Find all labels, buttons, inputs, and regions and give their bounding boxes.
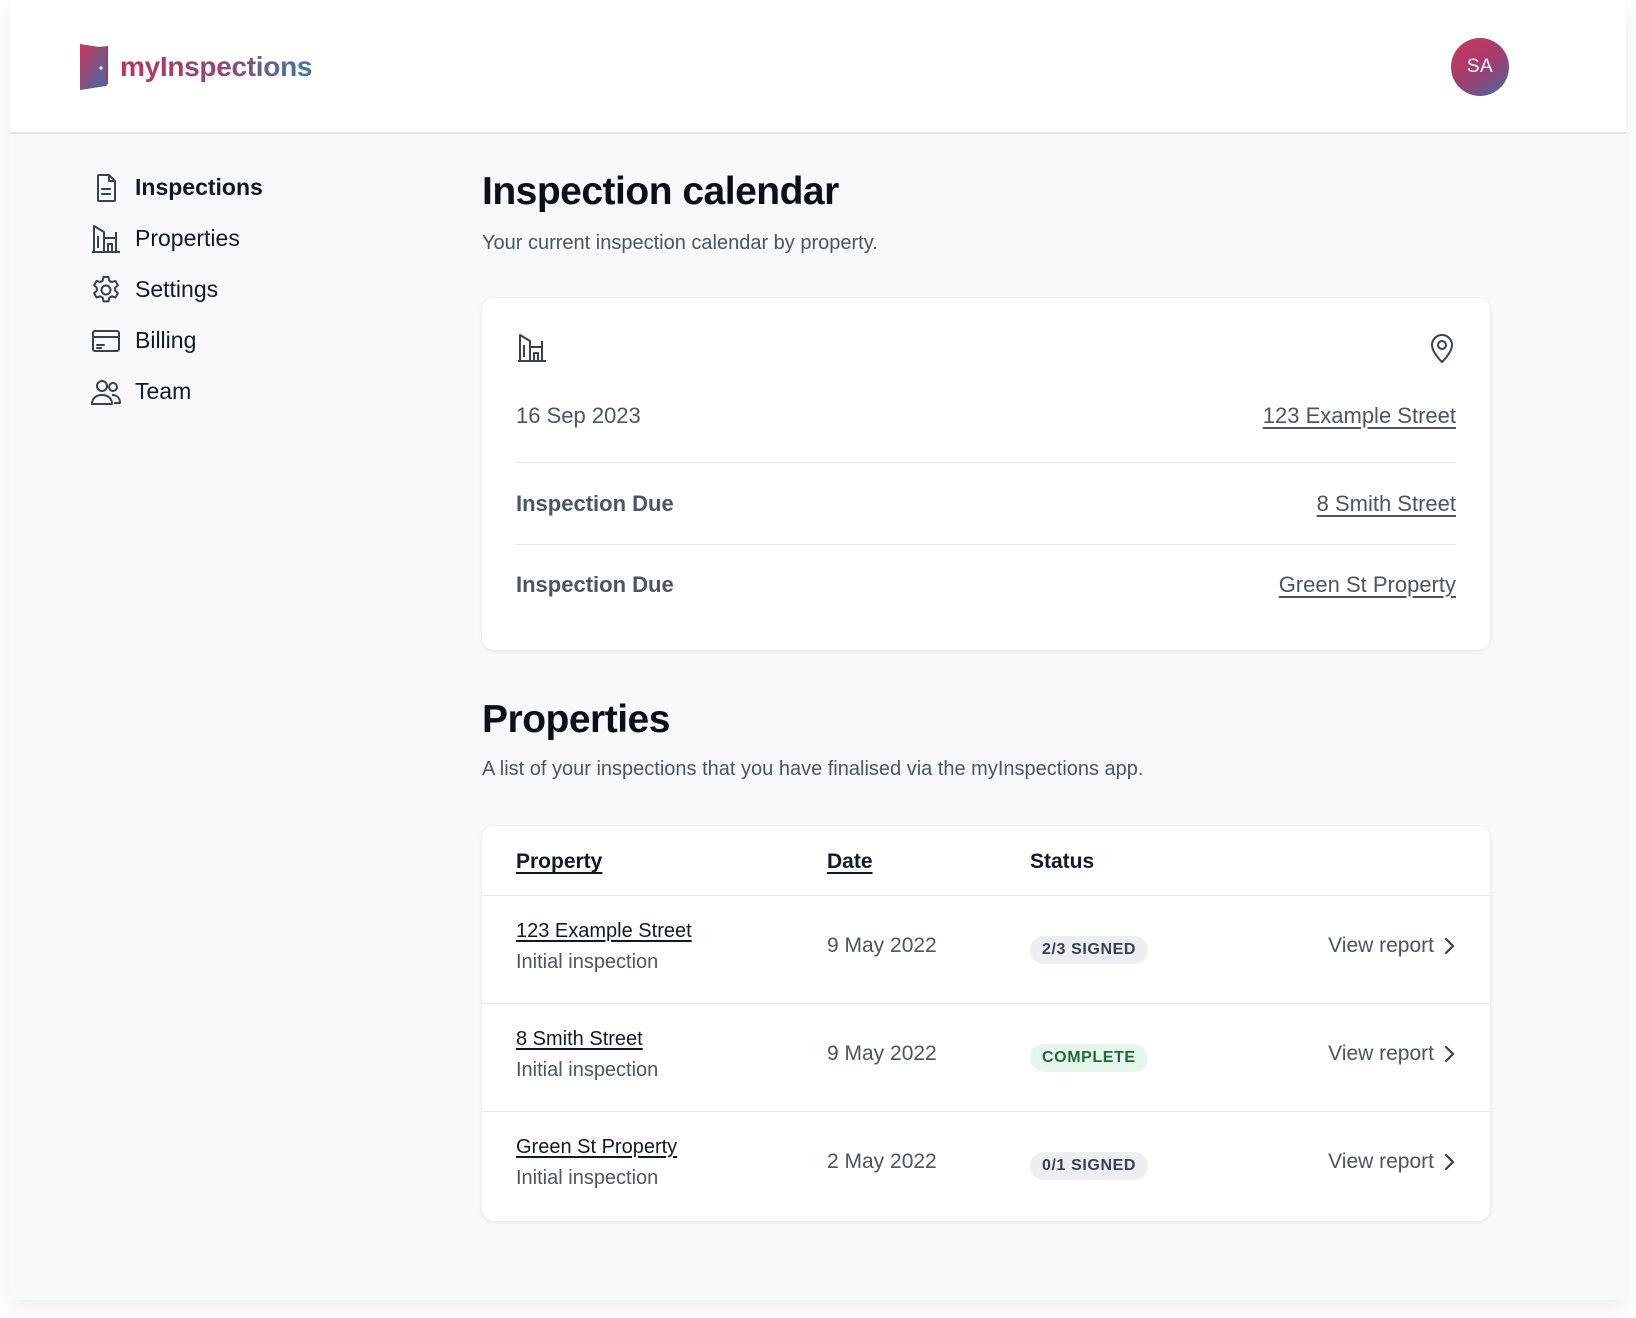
inspection-date: 9 May 2022 <box>827 1042 937 1065</box>
calendar-row: 16 Sep 2023 123 Example Street <box>516 396 1456 436</box>
calendar-property-link[interactable]: 123 Example Street <box>1263 403 1456 429</box>
main-content: Inspection calendar Your current inspect… <box>482 168 1492 1221</box>
sidebar-item-settings[interactable]: Settings <box>90 264 450 315</box>
status-badge: COMPLETE <box>1030 1044 1148 1072</box>
document-icon <box>90 172 122 204</box>
property-link[interactable]: 123 Example Street <box>516 920 692 943</box>
inspection-calendar-card: 16 Sep 2023 123 Example Street Inspectio… <box>482 298 1490 650</box>
sidebar-item-properties[interactable]: Properties <box>90 213 450 264</box>
building-icon <box>518 334 546 362</box>
chevron-right-icon <box>1444 937 1455 955</box>
calendar-row: Inspection Due Green St Property <box>516 544 1456 624</box>
credit-card-icon <box>90 325 122 357</box>
inspection-date: 2 May 2022 <box>827 1150 937 1173</box>
calendar-row: Inspection Due 8 Smith Street <box>516 462 1456 544</box>
inspection-type: Initial inspection <box>516 1167 659 1189</box>
view-report-label: View report <box>1328 1150 1434 1173</box>
status-badge: 2/3 SIGNED <box>1030 936 1149 964</box>
inspection-type: Initial inspection <box>516 1059 659 1081</box>
column-header-property[interactable]: Property <box>516 850 602 874</box>
users-icon <box>90 376 122 408</box>
view-report-button[interactable]: View report <box>1328 1042 1456 1066</box>
inspection-date: 9 May 2022 <box>827 934 937 957</box>
logo[interactable]: myInspections <box>78 42 312 92</box>
view-report-label: View report <box>1328 1042 1434 1065</box>
view-report-button[interactable]: View report <box>1328 1150 1456 1174</box>
column-header-date[interactable]: Date <box>827 850 873 874</box>
property-cell: 123 Example Street Initial inspection <box>516 920 692 974</box>
table-row: 8 Smith Street Initial inspection 9 May … <box>482 1004 1490 1112</box>
table-row: Green St Property Initial inspection 2 M… <box>482 1112 1490 1220</box>
sidebar-item-inspections[interactable]: Inspections <box>90 162 450 213</box>
sidebar-item-label: Team <box>135 378 192 404</box>
door-logo-icon <box>80 44 108 90</box>
sidebar-item-label: Settings <box>135 276 219 302</box>
app-frame: myInspections SA Inspections Properties … <box>10 0 1626 1300</box>
sidebar-nav: Inspections Properties Settings Billing … <box>90 162 450 417</box>
properties-table: Property Date Status 123 Example Street … <box>482 826 1490 1221</box>
inspection-type: Initial inspection <box>516 951 659 973</box>
building-icon <box>90 223 122 255</box>
table-header: Property Date Status <box>482 826 1490 896</box>
calendar-property-link[interactable]: Green St Property <box>1279 572 1456 598</box>
view-report-button[interactable]: View report <box>1328 934 1456 958</box>
sidebar-item-label: Inspections <box>135 174 263 200</box>
properties-subtitle: A list of your inspections that you have… <box>482 758 1144 780</box>
view-report-label: View report <box>1328 934 1434 957</box>
status-badge: 0/1 SIGNED <box>1030 1152 1149 1180</box>
chevron-right-icon <box>1444 1153 1455 1171</box>
sidebar-item-billing[interactable]: Billing <box>90 315 450 366</box>
sidebar-item-label: Billing <box>135 327 197 353</box>
property-cell: 8 Smith Street Initial inspection <box>516 1028 658 1082</box>
brand-name: myInspections <box>120 51 313 82</box>
map-pin-icon <box>1431 334 1453 363</box>
calendar-date: 16 Sep 2023 <box>516 403 641 428</box>
user-avatar[interactable]: SA <box>1451 38 1509 96</box>
property-link[interactable]: 8 Smith Street <box>516 1028 658 1051</box>
calendar-subtitle: Your current inspection calendar by prop… <box>482 232 878 254</box>
chevron-right-icon <box>1444 1045 1455 1063</box>
calendar-due-label: Inspection Due <box>516 571 674 597</box>
calendar-property-link[interactable]: 8 Smith Street <box>1317 491 1456 517</box>
top-bar: myInspections SA <box>10 0 1626 134</box>
sidebar-item-label: Properties <box>135 225 240 251</box>
sidebar-item-team[interactable]: Team <box>90 366 450 417</box>
column-header-status: Status <box>1030 850 1095 873</box>
calendar-title: Inspection calendar <box>482 170 839 213</box>
table-row: 123 Example Street Initial inspection 9 … <box>482 896 1490 1004</box>
property-cell: Green St Property Initial inspection <box>516 1136 677 1190</box>
properties-title: Properties <box>482 698 670 741</box>
property-link[interactable]: Green St Property <box>516 1136 677 1159</box>
calendar-due-label: Inspection Due <box>516 490 674 516</box>
gear-icon <box>90 274 122 306</box>
